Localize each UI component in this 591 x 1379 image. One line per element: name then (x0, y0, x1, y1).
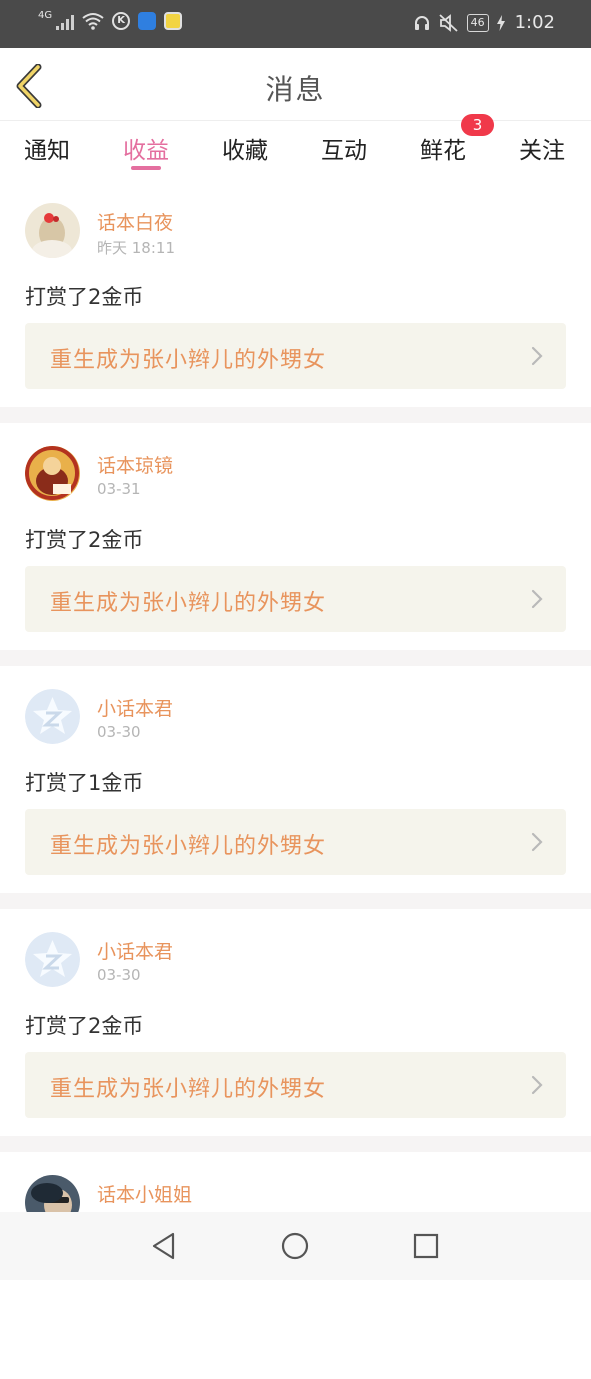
k-app-icon: K (112, 12, 131, 30)
tab-earnings[interactable]: 收益 (123, 131, 169, 165)
username[interactable]: 话本白夜 (97, 208, 173, 235)
tab-flowers[interactable]: 鲜花 (420, 131, 466, 165)
system-navigation-bar (0, 1212, 591, 1280)
message-list: 话本白夜 昨天 18:11 打赏了2金币 重生成为张小辫儿的外甥女 话本琼镜 0… (0, 180, 591, 1379)
divider (0, 407, 591, 423)
username[interactable]: 话本小姐姐 (97, 1180, 192, 1207)
book-link[interactable]: 重生成为张小辫儿的外甥女 (25, 809, 566, 875)
tab-interactions[interactable]: 互动 (321, 131, 367, 165)
charging-icon (496, 14, 505, 31)
page-title: 消息 (265, 73, 326, 106)
home-circle-icon[interactable] (279, 1230, 311, 1262)
book-title: 重生成为张小辫儿的外甥女 (50, 591, 327, 616)
default-z-avatar-icon (25, 932, 80, 987)
blue-app-icon (138, 12, 157, 30)
battery-icon: 46 (466, 13, 489, 32)
recents-square-icon[interactable] (410, 1230, 442, 1262)
user-avatar[interactable] (25, 932, 80, 987)
username[interactable]: 话本琼镜 (97, 451, 173, 478)
divider (0, 650, 591, 666)
chevron-right-icon (531, 1075, 543, 1095)
list-item: 话本白夜 昨天 18:11 打赏了2金币 重生成为张小辫儿的外甥女 (0, 180, 591, 407)
tab-following[interactable]: 关注 (519, 131, 565, 165)
active-tab-indicator (131, 166, 161, 170)
reward-text: 打赏了2金币 (25, 1014, 144, 1038)
back-triangle-icon[interactable] (148, 1230, 180, 1262)
username[interactable]: 小话本君 (97, 694, 173, 721)
headphones-icon (414, 15, 429, 30)
tab-notifications[interactable]: 通知 (24, 131, 70, 165)
book-title: 重生成为张小辫儿的外甥女 (50, 1077, 327, 1102)
app-header: 消息 (0, 48, 591, 121)
divider (0, 1136, 591, 1152)
reward-text: 打赏了1金币 (25, 771, 144, 795)
list-item: 话本琼镜 03-31 打赏了2金币 重生成为张小辫儿的外甥女 (0, 423, 591, 650)
book-title: 重生成为张小辫儿的外甥女 (50, 834, 327, 859)
tab-bar: 通知 收益 收藏 互动 鲜花 关注 (0, 121, 591, 176)
chevron-right-icon (531, 346, 543, 366)
reward-text: 打赏了2金币 (25, 285, 144, 309)
status-bar: 4G K 46 1:02 (0, 0, 591, 48)
timestamp: 昨天 18:11 (97, 239, 175, 257)
mute-icon (438, 13, 458, 32)
reward-text: 打赏了2金币 (25, 528, 144, 552)
network-type: 4G (38, 10, 53, 21)
list-item: 小话本君 03-30 打赏了2金币 重生成为张小辫儿的外甥女 (0, 909, 591, 1136)
yellow-app-icon (164, 12, 183, 30)
divider (0, 893, 591, 909)
illustration-avatar-icon (25, 446, 80, 501)
book-link[interactable]: 重生成为张小辫儿的外甥女 (25, 1052, 566, 1118)
user-avatar[interactable] (25, 446, 80, 501)
flowers-count-badge: 3 (461, 114, 494, 136)
timestamp: 03-30 (97, 966, 141, 984)
timestamp: 03-30 (97, 723, 141, 741)
user-avatar[interactable] (25, 689, 80, 744)
default-z-avatar-icon (25, 689, 80, 744)
book-link[interactable]: 重生成为张小辫儿的外甥女 (25, 323, 566, 389)
timestamp: 03-31 (97, 480, 141, 498)
user-avatar[interactable] (25, 203, 80, 258)
wifi-icon (82, 13, 104, 30)
tab-favorites[interactable]: 收藏 (222, 131, 268, 165)
username[interactable]: 小话本君 (97, 937, 173, 964)
book-title: 重生成为张小辫儿的外甥女 (50, 348, 327, 373)
signal-icon (56, 12, 75, 30)
chevron-right-icon (531, 832, 543, 852)
book-link[interactable]: 重生成为张小辫儿的外甥女 (25, 566, 566, 632)
clock: 1:02 (514, 12, 555, 33)
chevron-right-icon (531, 589, 543, 609)
photo-avatar-icon (25, 203, 80, 258)
list-item: 小话本君 03-30 打赏了1金币 重生成为张小辫儿的外甥女 (0, 666, 591, 893)
